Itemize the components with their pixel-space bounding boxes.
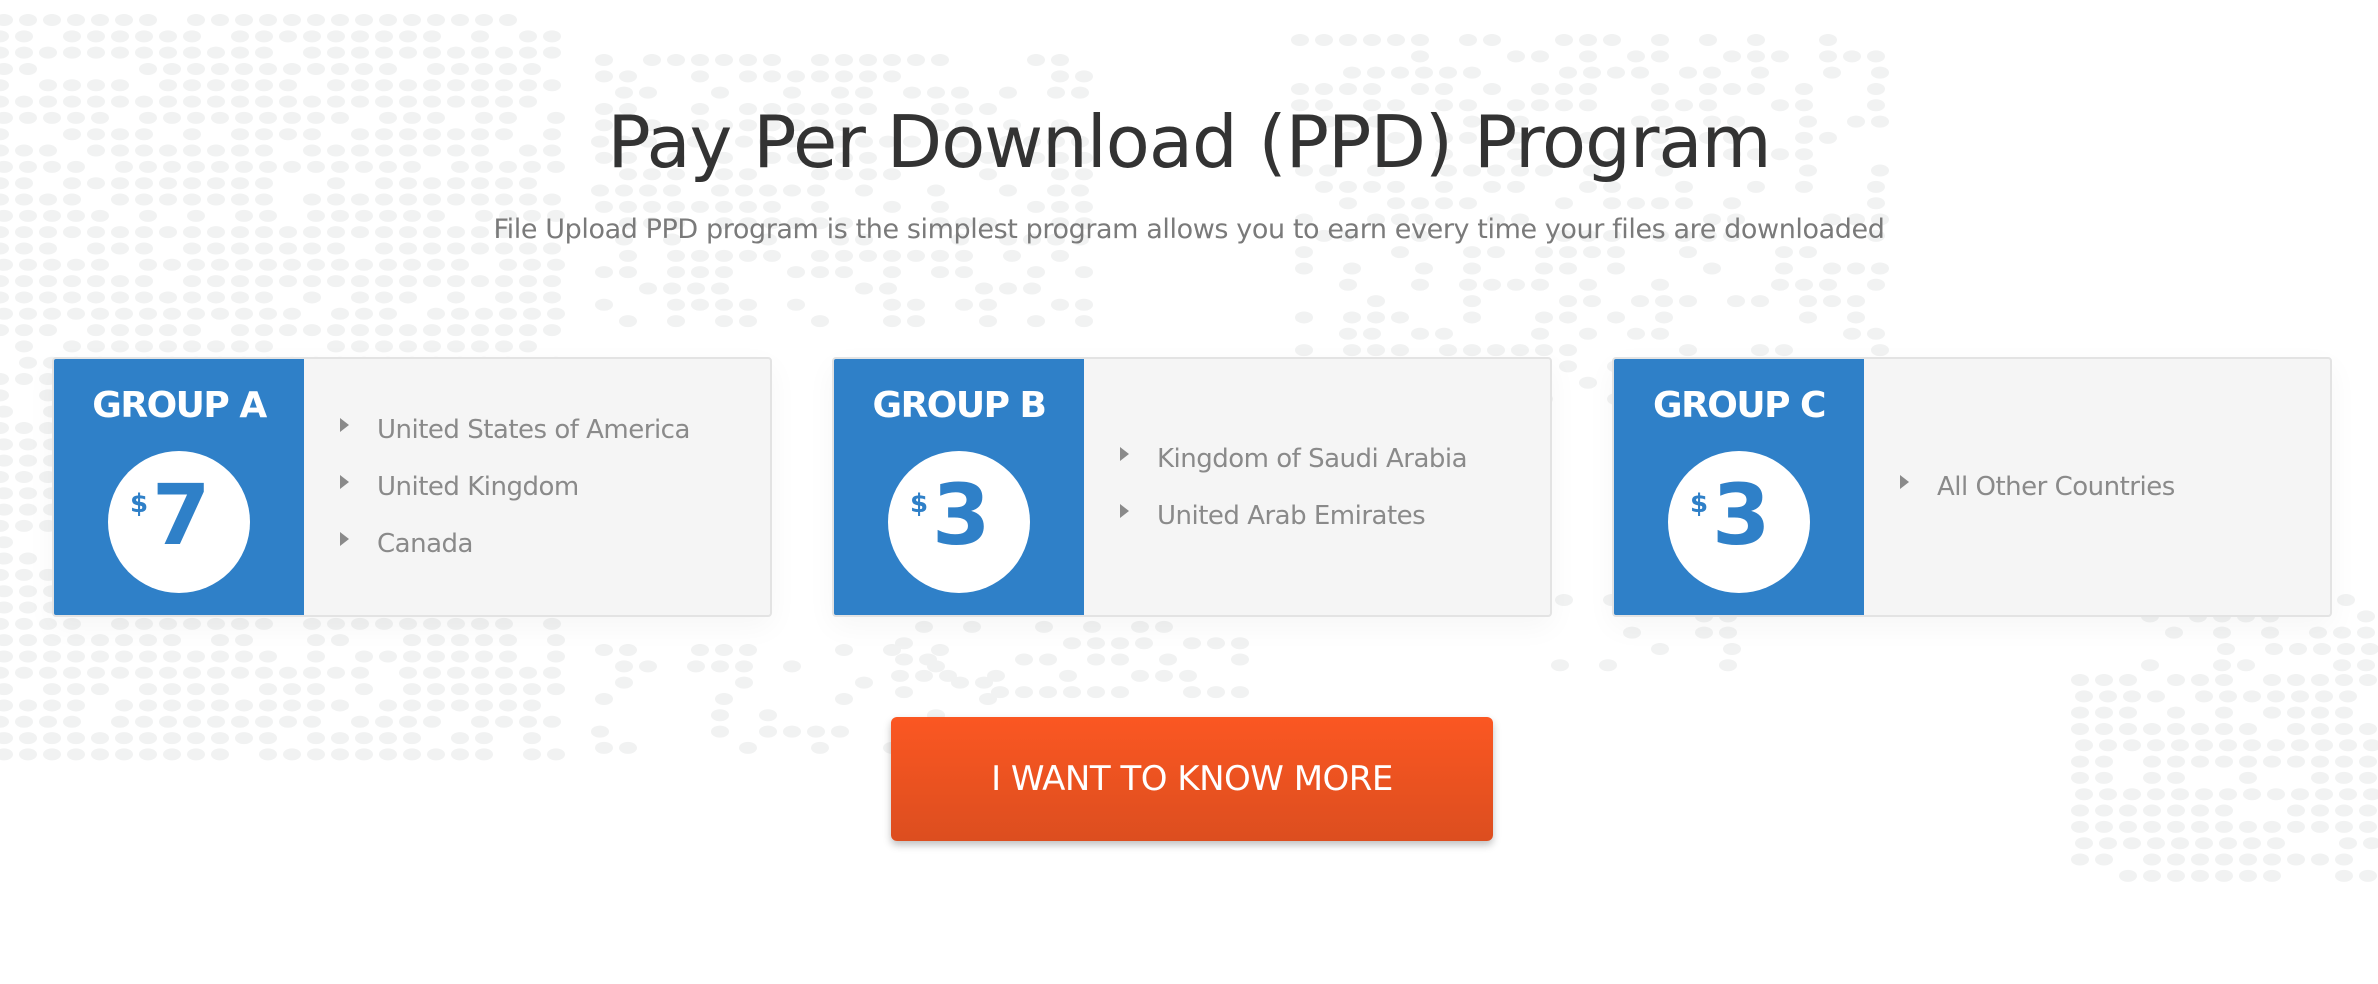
country-name: United Kingdom — [377, 472, 579, 502]
group-name: GROUP B — [872, 385, 1047, 426]
group-card-c: GROUP C $ 3 All Other Countries — [1612, 357, 2332, 617]
country-name: United States of America — [377, 415, 690, 445]
price-amount: 3 — [932, 466, 991, 564]
country-name: Canada — [377, 529, 473, 559]
page-subtitle: File Upload PPD program is the simplest … — [493, 214, 1885, 245]
group-header: GROUP A $ 7 — [54, 359, 304, 615]
country-item: All Other Countries — [1900, 459, 2330, 516]
country-name: All Other Countries — [1937, 472, 2175, 502]
price-amount: 3 — [1712, 466, 1771, 564]
group-card-a: GROUP A $ 7 United States of America Uni… — [52, 357, 772, 617]
group-name: GROUP A — [92, 385, 267, 426]
page-title: Pay Per Download (PPD) Program — [607, 100, 1771, 184]
price-amount: 7 — [152, 466, 211, 564]
country-item: United Kingdom — [340, 459, 770, 516]
currency-symbol: $ — [130, 489, 149, 519]
country-list: All Other Countries — [1864, 359, 2330, 615]
country-list: United States of America United Kingdom … — [304, 359, 770, 615]
ppd-program-section: Pay Per Download (PPD) Program File Uplo… — [0, 0, 2378, 984]
group-name: GROUP C — [1653, 385, 1826, 426]
know-more-button[interactable]: I WANT TO KNOW MORE — [891, 717, 1493, 841]
price-badge: $ 3 — [1668, 451, 1810, 593]
group-header: GROUP C $ 3 — [1614, 359, 1864, 615]
country-name: United Arab Emirates — [1157, 500, 1426, 531]
caret-right-icon — [1900, 475, 1909, 489]
country-list: Kingdom of Saudi Arabia United Arab Emir… — [1084, 359, 1550, 615]
currency-symbol: $ — [1690, 489, 1709, 519]
country-item: United Arab Emirates — [1120, 487, 1550, 544]
caret-right-icon — [1120, 446, 1129, 461]
pricing-groups: GROUP A $ 7 United States of America Uni… — [52, 357, 2332, 617]
price-badge: $ 3 — [888, 451, 1030, 593]
group-card-b: GROUP B $ 3 Kingdom of Saudi Arabia Unit… — [832, 357, 1552, 617]
country-name: Kingdom of Saudi Arabia — [1157, 443, 1468, 474]
caret-right-icon — [340, 475, 349, 489]
caret-right-icon — [1120, 503, 1129, 518]
caret-right-icon — [340, 418, 349, 432]
price-badge: $ 7 — [108, 451, 250, 593]
caret-right-icon — [340, 532, 349, 546]
country-item: United States of America — [340, 402, 770, 459]
country-item: Kingdom of Saudi Arabia — [1120, 430, 1550, 487]
group-header: GROUP B $ 3 — [834, 359, 1084, 615]
country-item: Canada — [340, 516, 770, 573]
currency-symbol: $ — [910, 489, 929, 519]
